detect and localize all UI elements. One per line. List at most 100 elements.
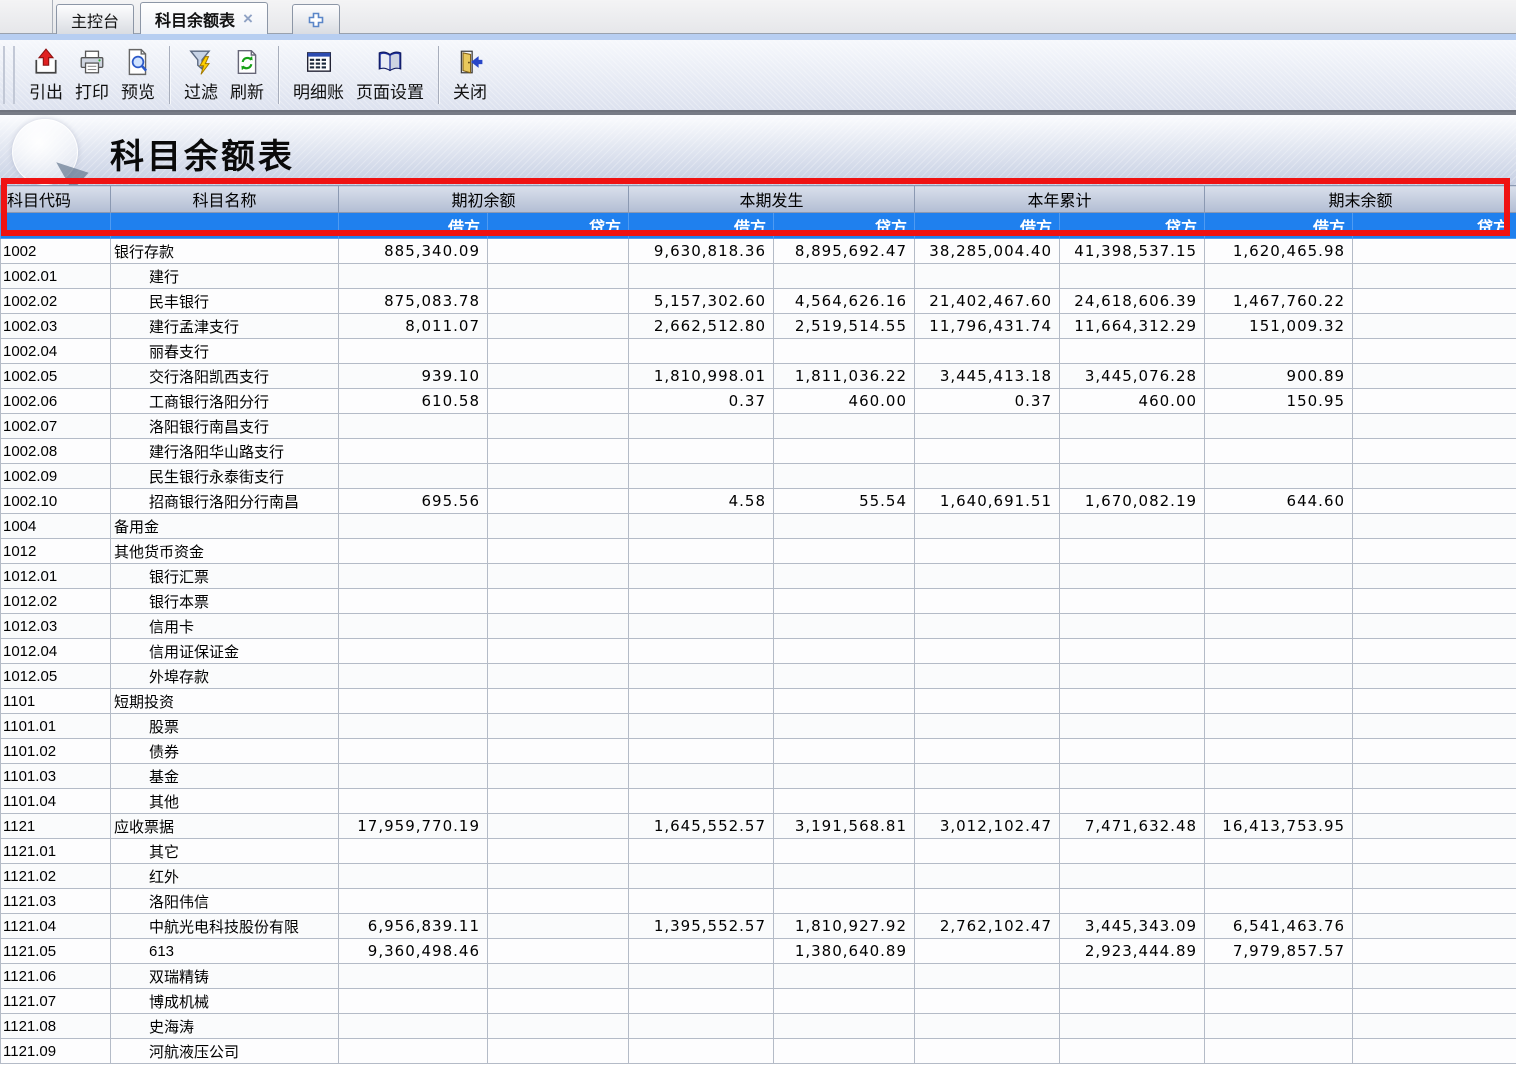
cell-value[interactable] [774,464,915,489]
cell-value[interactable] [915,614,1060,639]
cell-value[interactable] [1205,764,1353,789]
cell-value[interactable]: 3,012,102.47 [915,814,1060,839]
cell-value[interactable] [915,589,1060,614]
cell-value[interactable] [339,564,488,589]
cell-value[interactable] [1205,1039,1353,1064]
cell-value[interactable] [629,589,774,614]
cell-account-name[interactable]: 工商银行洛阳分行 [111,389,339,414]
cell-value[interactable] [774,714,915,739]
cell-value[interactable] [1205,664,1353,689]
cell-account-name[interactable]: 银行本票 [111,589,339,614]
cell-value[interactable] [915,889,1060,914]
cell-account-code[interactable]: 1121.05 [1,939,111,964]
cell-account-code[interactable]: 1002.05 [1,364,111,389]
cell-account-name[interactable]: 建行 [111,264,339,289]
cell-value[interactable]: 0.37 [915,389,1060,414]
cell-value[interactable]: 41,398,537.15 [1060,239,1205,264]
cell-value[interactable] [629,614,774,639]
tab-close-icon[interactable]: × [243,10,253,27]
cell-value[interactable]: 1,810,998.01 [629,364,774,389]
cell-value[interactable] [1353,664,1516,689]
cell-value[interactable] [1060,964,1205,989]
cell-value[interactable] [915,864,1060,889]
cell-value[interactable] [774,789,915,814]
cell-value[interactable] [1353,839,1516,864]
cell-value[interactable] [1353,439,1516,464]
cell-value[interactable] [488,614,629,639]
cell-value[interactable] [774,1039,915,1064]
cell-value[interactable]: 1,467,760.22 [1205,289,1353,314]
cell-value[interactable] [1205,414,1353,439]
cell-value[interactable] [1353,539,1516,564]
cell-value[interactable] [1060,614,1205,639]
cell-value[interactable]: 11,796,431.74 [915,314,1060,339]
cell-value[interactable] [1205,964,1353,989]
cell-value[interactable]: 151,009.32 [1205,314,1353,339]
cell-value[interactable] [339,764,488,789]
cell-value[interactable]: 900.89 [1205,364,1353,389]
cell-value[interactable] [1353,914,1516,939]
cell-value[interactable] [629,664,774,689]
cell-value[interactable] [629,264,774,289]
cell-value[interactable] [774,414,915,439]
cell-value[interactable] [1205,789,1353,814]
cell-value[interactable]: 7,979,857.57 [1205,939,1353,964]
cell-value[interactable] [1353,364,1516,389]
cell-value[interactable] [1060,439,1205,464]
cell-value[interactable] [1060,864,1205,889]
cell-value[interactable]: 6,541,463.76 [1205,914,1353,939]
cell-account-name[interactable]: 银行汇票 [111,564,339,589]
cell-account-code[interactable]: 1012.01 [1,564,111,589]
cell-value[interactable] [1353,389,1516,414]
cell-account-code[interactable]: 1002.04 [1,339,111,364]
cell-value[interactable] [488,239,629,264]
cell-account-name[interactable]: 博成机械 [111,989,339,1014]
cell-value[interactable] [488,939,629,964]
cell-account-code[interactable]: 1012.03 [1,614,111,639]
cell-account-code[interactable]: 1101.01 [1,714,111,739]
cell-value[interactable] [915,739,1060,764]
cell-value[interactable] [1353,739,1516,764]
cell-account-code[interactable]: 1002.02 [1,289,111,314]
cell-value[interactable] [915,989,1060,1014]
cell-value[interactable] [488,789,629,814]
cell-value[interactable]: 1,380,640.89 [774,939,915,964]
cell-value[interactable] [774,564,915,589]
cell-value[interactable] [774,964,915,989]
cell-value[interactable] [488,289,629,314]
cell-account-name[interactable]: 信用证保证金 [111,639,339,664]
cell-account-code[interactable]: 1002.08 [1,439,111,464]
cell-value[interactable] [1353,589,1516,614]
cell-value[interactable] [339,864,488,889]
cell-value[interactable] [774,764,915,789]
cell-value[interactable] [488,639,629,664]
cell-value[interactable] [774,339,915,364]
cell-value[interactable] [488,564,629,589]
cell-value[interactable]: 1,620,465.98 [1205,239,1353,264]
cell-value[interactable] [488,439,629,464]
cell-value[interactable] [1205,714,1353,739]
cell-value[interactable] [1060,264,1205,289]
cell-value[interactable] [1060,589,1205,614]
cell-value[interactable] [339,614,488,639]
cell-value[interactable] [488,864,629,889]
cell-value[interactable] [1353,1039,1516,1064]
cell-value[interactable] [339,414,488,439]
cell-value[interactable] [774,514,915,539]
cell-value[interactable] [1205,864,1353,889]
cell-account-name[interactable]: 民丰银行 [111,289,339,314]
cell-value[interactable] [488,464,629,489]
cell-account-code[interactable]: 1012.02 [1,589,111,614]
cell-account-code[interactable]: 1121 [1,814,111,839]
cell-account-code[interactable]: 1002 [1,239,111,264]
cell-account-code[interactable]: 1002.06 [1,389,111,414]
cell-value[interactable] [1205,589,1353,614]
cell-value[interactable] [629,939,774,964]
cell-value[interactable] [488,714,629,739]
cell-value[interactable] [915,564,1060,589]
cell-account-name[interactable]: 短期投资 [111,689,339,714]
cell-account-name[interactable]: 股票 [111,714,339,739]
cell-value[interactable] [629,764,774,789]
cell-account-code[interactable]: 1002.10 [1,489,111,514]
cell-value[interactable] [629,789,774,814]
